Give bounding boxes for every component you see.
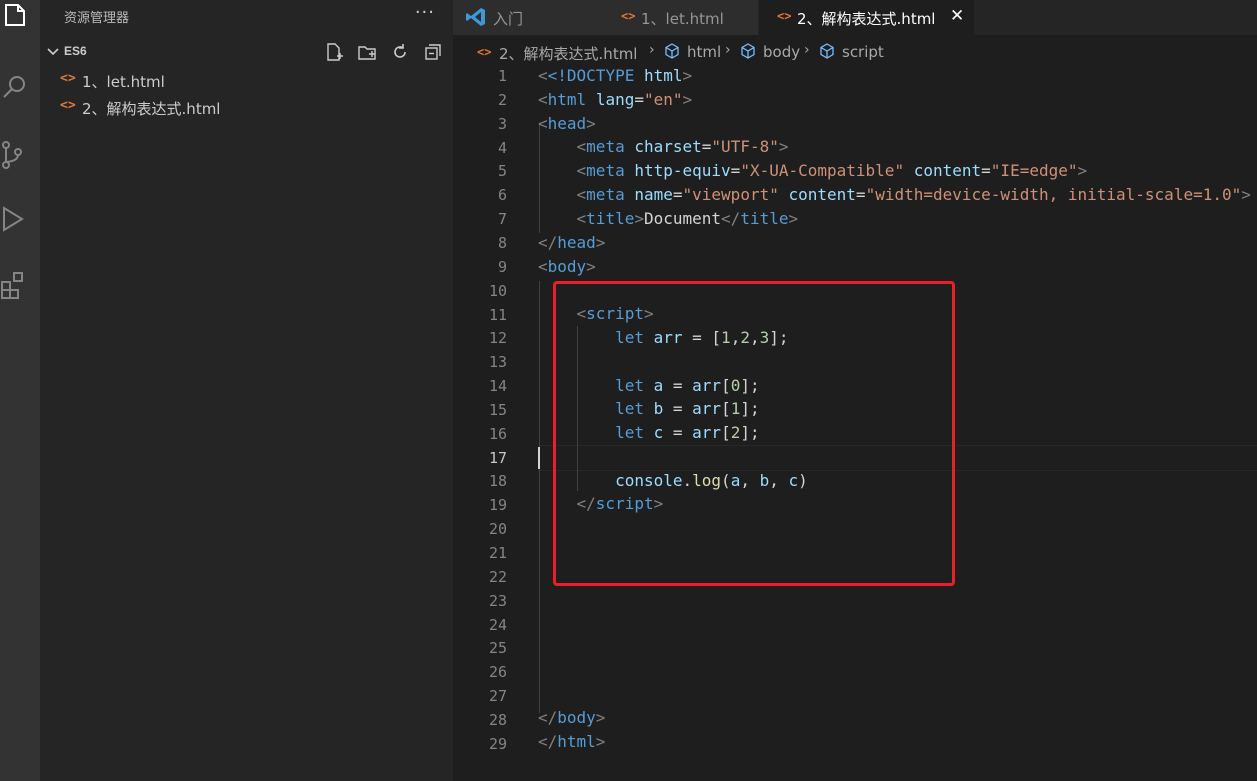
tab-destructuring-html[interactable]: <> 2、解构表达式.html ✕ xyxy=(759,0,975,35)
tab-welcome[interactable]: 入门 xyxy=(453,0,604,35)
html-file-icon: <> xyxy=(621,9,636,23)
line-number: 6 xyxy=(497,186,507,205)
close-icon[interactable]: ✕ xyxy=(950,6,964,26)
file-name: 2、解构表达式.html xyxy=(82,100,221,118)
line-number: 10 xyxy=(488,281,507,300)
code-line: <title>Document</title> xyxy=(576,209,799,228)
collapse-all-icon[interactable] xyxy=(423,42,445,62)
code-line: </body> xyxy=(538,708,606,727)
more-actions-button[interactable]: ··· xyxy=(415,2,435,23)
extensions-icon[interactable] xyxy=(0,270,30,300)
code-line: <html lang="en"> xyxy=(538,90,693,109)
line-number: 15 xyxy=(488,400,507,419)
code-line: <head> xyxy=(538,114,596,133)
html-file-icon: <> xyxy=(60,98,76,113)
element-icon xyxy=(819,43,835,63)
chevron-right-icon: › xyxy=(804,42,810,58)
code-line: <meta http-equiv="X-UA-Compatible" conte… xyxy=(576,161,1088,180)
refresh-icon[interactable] xyxy=(390,42,412,62)
new-file-icon[interactable] xyxy=(324,42,346,62)
run-debug-icon[interactable] xyxy=(0,204,30,234)
line-number: 12 xyxy=(488,329,507,348)
line-number: 23 xyxy=(488,591,507,610)
chevron-right-icon: › xyxy=(649,42,655,58)
breadcrumb-script[interactable]: script xyxy=(842,43,884,61)
code-line: <meta charset="UTF-8"> xyxy=(576,137,789,156)
code-line: </html> xyxy=(538,732,606,751)
tab-bar: 入门 <> 1、let.html <> 2、解构表达式.html ✕ xyxy=(453,0,1257,35)
code-line: <<!DOCTYPE html> xyxy=(538,66,693,85)
file-item-let[interactable]: <> 1、let.html xyxy=(40,67,453,93)
line-number: 26 xyxy=(488,663,507,682)
html-file-icon: <> xyxy=(60,71,76,86)
code-line: </head> xyxy=(538,233,606,252)
tab-label: 入门 xyxy=(493,10,524,28)
code-editor[interactable]: 1 2 3 4 5 6 7 8 9 10 11 12 13 14 15 16 17 18 19 20 21 22 23 24 2… xyxy=(453,65,1257,781)
breadcrumb: <> 2、解构表达式.html › html › body › script xyxy=(453,35,1257,65)
line-number: 8 xyxy=(497,233,507,252)
annotation-highlight-box xyxy=(553,281,955,586)
breadcrumb-file[interactable]: 2、解构表达式.html xyxy=(499,43,637,64)
folder-es6[interactable]: ES6 xyxy=(40,40,453,64)
line-number: 1 xyxy=(497,67,507,85)
vscode-logo-icon xyxy=(465,6,487,32)
line-number: 9 xyxy=(497,257,507,276)
line-number: 22 xyxy=(488,567,507,586)
file-item-destructuring[interactable]: <> 2、解构表达式.html xyxy=(40,94,453,120)
line-number: 4 xyxy=(497,138,507,157)
line-number: 25 xyxy=(488,639,507,658)
line-number: 2 xyxy=(497,90,507,109)
line-number: 24 xyxy=(488,615,507,634)
line-number: 16 xyxy=(488,424,507,443)
tab-label: 1、let.html xyxy=(641,10,724,28)
explorer-sidebar: 资源管理器 ··· ES6 <> 1、let.html <> 2、解构表达式.h… xyxy=(40,0,453,781)
activity-bar xyxy=(0,0,40,781)
folder-name: ES6 xyxy=(64,44,87,58)
line-number: 14 xyxy=(488,377,507,396)
element-icon xyxy=(664,43,680,63)
explorer-icon[interactable] xyxy=(0,2,30,32)
tab-let-html[interactable]: <> 1、let.html xyxy=(603,0,759,35)
line-number: 19 xyxy=(488,496,507,515)
line-number: 28 xyxy=(488,710,507,729)
line-number: 3 xyxy=(497,114,507,133)
html-file-icon: <> xyxy=(477,45,492,59)
chevron-right-icon: › xyxy=(725,42,731,58)
line-number: 29 xyxy=(488,734,507,753)
new-folder-icon[interactable] xyxy=(357,42,379,62)
search-icon[interactable] xyxy=(0,72,30,102)
line-number: 7 xyxy=(497,210,507,229)
line-number: 11 xyxy=(488,305,507,324)
file-name: 1、let.html xyxy=(82,73,165,91)
line-number: 27 xyxy=(488,687,507,706)
line-number: 20 xyxy=(488,520,507,539)
code-line: <body> xyxy=(538,257,596,276)
line-number: 17 xyxy=(488,448,507,467)
text-cursor xyxy=(538,447,540,469)
code-line: <meta name="viewport" content="width=dev… xyxy=(576,185,1251,204)
breadcrumb-body[interactable]: body xyxy=(763,43,800,61)
source-control-icon[interactable] xyxy=(0,140,30,170)
chevron-down-icon xyxy=(46,44,60,58)
line-number: 18 xyxy=(488,472,507,491)
html-file-icon: <> xyxy=(777,9,792,23)
sidebar-title: 资源管理器 xyxy=(64,11,130,26)
element-icon xyxy=(740,43,756,63)
line-number: 21 xyxy=(488,544,507,562)
tab-label: 2、解构表达式.html xyxy=(797,10,936,28)
breadcrumb-html[interactable]: html xyxy=(687,43,721,61)
line-number: 13 xyxy=(488,353,507,372)
line-number: 5 xyxy=(497,162,507,181)
